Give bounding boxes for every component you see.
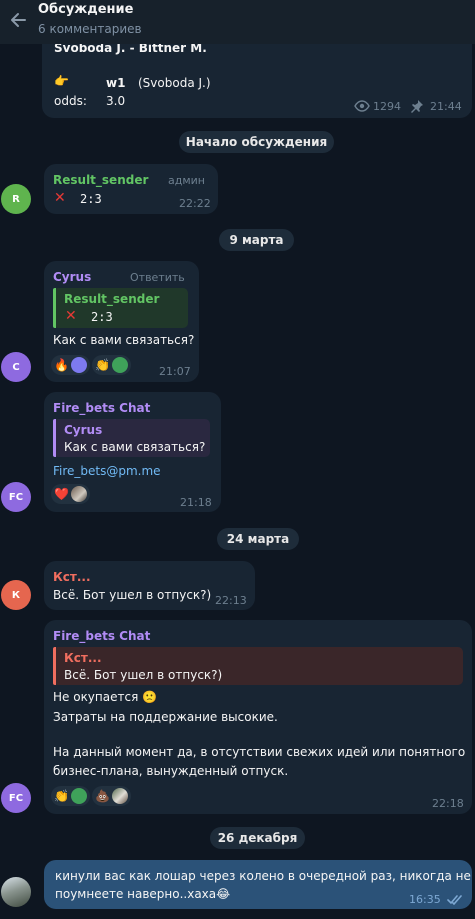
avatar[interactable]: FC: [1, 482, 31, 512]
clap-emoji: 👏: [54, 789, 69, 803]
message-time: 16:35: [409, 893, 441, 906]
post-pick: w1: [106, 76, 126, 90]
quote-bar: [53, 288, 56, 328]
message-time: 21:18: [180, 496, 212, 509]
message-text: Как с вами связаться?: [53, 333, 195, 347]
pin-icon: [411, 100, 423, 113]
message-kst: Кст... Всё. Бот ушел в отпуск?) 22:13: [44, 561, 255, 610]
page-title: Обсуждение: [38, 2, 134, 17]
message-line: Затраты на поддержание высокие.: [53, 710, 278, 724]
message-time: 22:22: [179, 197, 211, 210]
reply-link[interactable]: Ответить: [130, 271, 185, 284]
message-line: На данный момент да, в отсутствии свежих…: [53, 745, 466, 759]
reactor-avatar: [70, 788, 87, 804]
own-avatar[interactable]: [1, 877, 31, 907]
message-author[interactable]: Fire_bets Chat: [53, 401, 150, 415]
message-author[interactable]: Fire_bets Chat: [53, 629, 150, 643]
quote-bar: [53, 419, 56, 457]
own-message: кинули вас как лошар через колено в очер…: [44, 860, 472, 909]
quote-author: Cyrus: [64, 423, 103, 437]
reactions: 🔥 👏: [51, 355, 131, 375]
reply-quote[interactable]: Кст... Всё. Бот ушел в отпуск?): [53, 647, 463, 685]
reactor-avatar: [70, 486, 87, 502]
message-fire-bets-2: Fire_bets Chat Кст... Всё. Бот ушел в от…: [44, 620, 472, 814]
reactor-avatar: [111, 788, 128, 804]
message-author[interactable]: Cyrus: [53, 270, 91, 284]
date-divider: 24 марта: [217, 528, 299, 550]
message-fire-bets: Fire_bets Chat Cyrus Как с вами связатьс…: [44, 392, 221, 512]
cross-mark-icon: ✕: [65, 308, 77, 324]
top-bar: Обсуждение 6 комментариев: [0, 0, 475, 44]
message-line: кинули вас как лошар через колено в очер…: [55, 869, 471, 883]
clap-emoji: 👏: [94, 358, 110, 372]
back-button[interactable]: [4, 8, 32, 32]
point-emoji: 👉: [54, 74, 69, 88]
date-divider: 9 марта: [219, 229, 294, 251]
odds-value: 3.0: [106, 94, 126, 108]
cross-mark-icon: ✕: [54, 190, 66, 206]
heart-emoji: ❤️: [54, 487, 69, 501]
message-result-sender: Result_sender админ ✕ 2:3 22:22: [44, 164, 218, 214]
discussion-start-divider: Начало обсуждения: [179, 131, 334, 153]
reactions: 👏 💩: [51, 786, 131, 806]
reply-quote[interactable]: Cyrus Как с вами связаться?: [53, 419, 210, 457]
reactor-avatar: [70, 357, 87, 373]
reaction-fire[interactable]: 🔥: [51, 355, 90, 375]
avatar[interactable]: C: [1, 352, 31, 382]
reaction-heart[interactable]: ❤️: [51, 484, 90, 504]
reactions: ❤️: [51, 484, 90, 504]
quote-text: 2:3: [91, 310, 113, 324]
quote-bar: [53, 647, 56, 685]
quote-text: Как с вами связаться?: [64, 440, 206, 454]
reaction-clap[interactable]: 👏: [51, 786, 90, 806]
message-author[interactable]: Кст...: [53, 570, 91, 584]
reply-quote[interactable]: Result_sender ✕ 2:3: [53, 288, 188, 328]
quote-author: Кст...: [64, 651, 102, 665]
message-line: Не окупается 🙁: [53, 690, 158, 704]
poop-emoji: 💩: [94, 789, 110, 803]
quote-author: Result_sender: [64, 292, 160, 306]
eye-icon: [354, 100, 370, 112]
message-text: 2:3: [80, 192, 102, 206]
post-views: 1294: [373, 100, 401, 113]
message-time: 21:07: [159, 365, 191, 378]
post-time: 21:44: [430, 100, 462, 113]
arrow-left-icon: [11, 13, 26, 27]
avatar[interactable]: R: [1, 184, 31, 214]
odds-label: odds:: [54, 94, 87, 108]
message-line: поумнеете наверно..хаха😂: [55, 887, 231, 901]
avatar[interactable]: К: [1, 580, 31, 610]
reaction-poop[interactable]: 💩: [91, 786, 131, 806]
message-author[interactable]: Result_sender: [53, 173, 148, 187]
message-cyrus: Cyrus Ответить Result_sender ✕ 2:3 Как с…: [44, 261, 199, 382]
admin-badge: админ: [168, 174, 205, 187]
email-link[interactable]: Fire_bets@pm.me: [53, 464, 161, 478]
message-time: 22:13: [215, 594, 247, 607]
reactor-avatar: [111, 357, 128, 373]
message-time: 22:18: [432, 797, 464, 810]
avatar[interactable]: FC: [1, 783, 31, 813]
fire-emoji: 🔥: [54, 358, 69, 372]
message-text: Всё. Бот ушел в отпуск?): [53, 588, 212, 602]
reaction-clap[interactable]: 👏: [91, 355, 131, 375]
message-line: бизнес-плана, вынужденный отпуск.: [53, 764, 289, 778]
post-pick-note: (Svoboda J.): [138, 76, 211, 90]
date-divider: 26 декабря: [210, 827, 305, 849]
quote-text: Всё. Бот ушел в отпуск?): [64, 668, 223, 682]
double-check-icon: [447, 895, 462, 905]
comment-count: 6 комментариев: [38, 22, 142, 36]
